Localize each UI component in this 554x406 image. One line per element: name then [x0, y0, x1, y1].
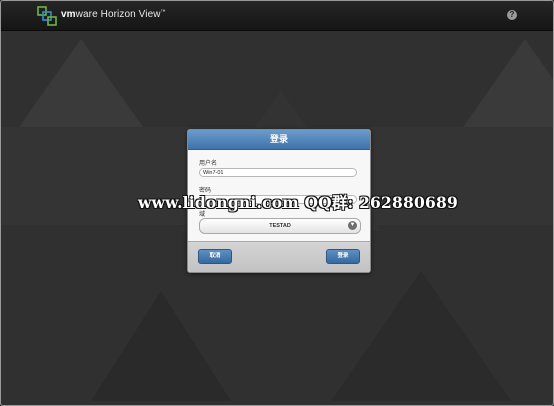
background-triangle-right: [463, 39, 553, 127]
domain-value: TESTAD: [269, 223, 291, 229]
top-bar: vmware Horizon View™ ?: [1, 1, 553, 31]
background-triangle-bottom-right: [331, 271, 511, 401]
app-window: vmware Horizon View™ ? 登录 用户名 Win7-01 密码…: [0, 0, 554, 406]
brand-vm: vm: [61, 9, 76, 20]
chevron-down-icon: ▼: [348, 221, 357, 230]
login-button[interactable]: 登录: [326, 249, 360, 264]
background-triangle-bottom-left: [91, 291, 231, 401]
dialog-footer: 取消 登录: [188, 241, 370, 272]
domain-select[interactable]: TESTAD ▼: [199, 218, 361, 234]
username-label: 用户名: [199, 161, 218, 167]
product-title: vmware Horizon View™: [61, 9, 166, 20]
brand-ware: ware: [75, 9, 98, 20]
background-triangle-left: [19, 39, 143, 127]
watermark-text: www.lidongni.com QQ群: 262880689: [138, 193, 458, 212]
dialog-title: 登录: [188, 130, 370, 150]
username-field[interactable]: Win7-01: [199, 168, 357, 177]
trademark: ™: [160, 9, 166, 15]
cancel-button[interactable]: 取消: [198, 249, 232, 264]
product-name: Horizon View: [100, 9, 161, 20]
vmware-logo-icon: [37, 6, 57, 26]
help-icon[interactable]: ?: [507, 10, 517, 20]
